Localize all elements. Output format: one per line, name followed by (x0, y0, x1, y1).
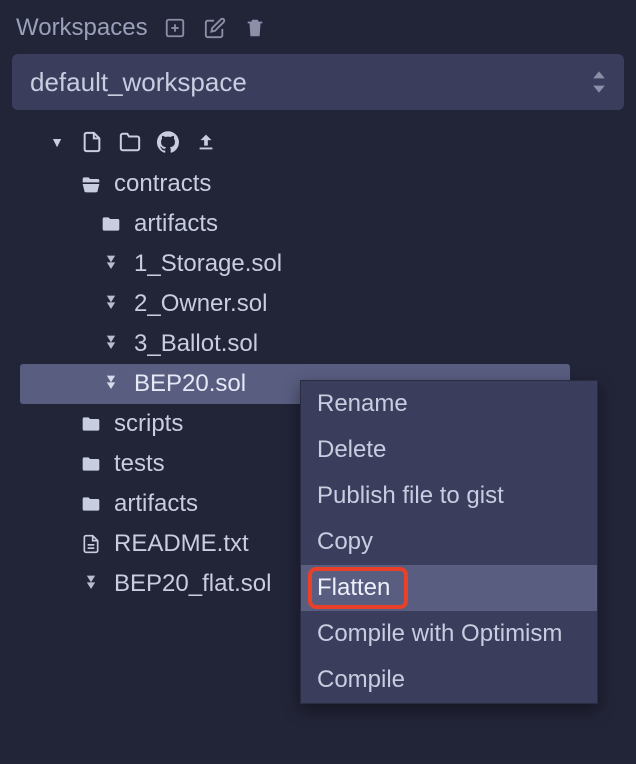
file-storage[interactable]: 1_Storage.sol (20, 244, 626, 284)
select-arrows-icon (592, 71, 606, 93)
workspaces-header: Workspaces (10, 8, 626, 54)
ctx-compile-optimism[interactable]: Compile with Optimism (301, 611, 597, 657)
folder-icon (100, 213, 122, 235)
solidity-icon (100, 253, 122, 275)
node-label: 2_Owner.sol (134, 290, 267, 318)
folder-icon (80, 493, 102, 515)
node-label: artifacts (134, 210, 218, 238)
file-owner[interactable]: 2_Owner.sol (20, 284, 626, 324)
folder-open-icon (80, 173, 102, 195)
ctx-compile[interactable]: Compile (301, 657, 597, 703)
delete-workspace-icon[interactable] (242, 15, 268, 41)
ctx-rename[interactable]: Rename (301, 381, 597, 427)
solidity-icon (100, 373, 122, 395)
edit-workspace-icon[interactable] (202, 15, 228, 41)
workspace-actions (162, 15, 268, 41)
node-label: scripts (114, 410, 183, 438)
workspaces-title: Workspaces (16, 14, 148, 42)
node-label: 1_Storage.sol (134, 250, 282, 278)
folder-icon (80, 453, 102, 475)
upload-icon[interactable] (194, 130, 218, 154)
node-label: tests (114, 450, 165, 478)
context-menu: Rename Delete Publish file to gist Copy … (300, 380, 598, 704)
folder-icon (80, 413, 102, 435)
node-label: BEP20_flat.sol (114, 570, 271, 598)
file-ballot[interactable]: 3_Ballot.sol (20, 324, 626, 364)
tree-toolbar: ▼ (10, 124, 626, 164)
collapse-icon[interactable]: ▼ (48, 134, 66, 150)
node-label: README.txt (114, 530, 249, 558)
node-label: artifacts (114, 490, 198, 518)
folder-contracts[interactable]: contracts (20, 164, 626, 204)
workspace-select-value: default_workspace (30, 67, 247, 98)
ctx-copy[interactable]: Copy (301, 519, 597, 565)
workspace-select[interactable]: default_workspace (12, 54, 624, 110)
solidity-icon (100, 333, 122, 355)
github-icon[interactable] (156, 130, 180, 154)
new-file-icon[interactable] (80, 130, 104, 154)
ctx-publish[interactable]: Publish file to gist (301, 473, 597, 519)
ctx-delete[interactable]: Delete (301, 427, 597, 473)
folder-artifacts[interactable]: artifacts (20, 204, 626, 244)
node-label: BEP20.sol (134, 370, 246, 398)
ctx-flatten[interactable]: Flatten (301, 565, 597, 611)
file-icon (80, 533, 102, 555)
new-folder-icon[interactable] (118, 130, 142, 154)
node-label: contracts (114, 170, 211, 198)
solidity-icon (100, 293, 122, 315)
add-workspace-icon[interactable] (162, 15, 188, 41)
node-label: 3_Ballot.sol (134, 330, 258, 358)
solidity-icon (80, 573, 102, 595)
